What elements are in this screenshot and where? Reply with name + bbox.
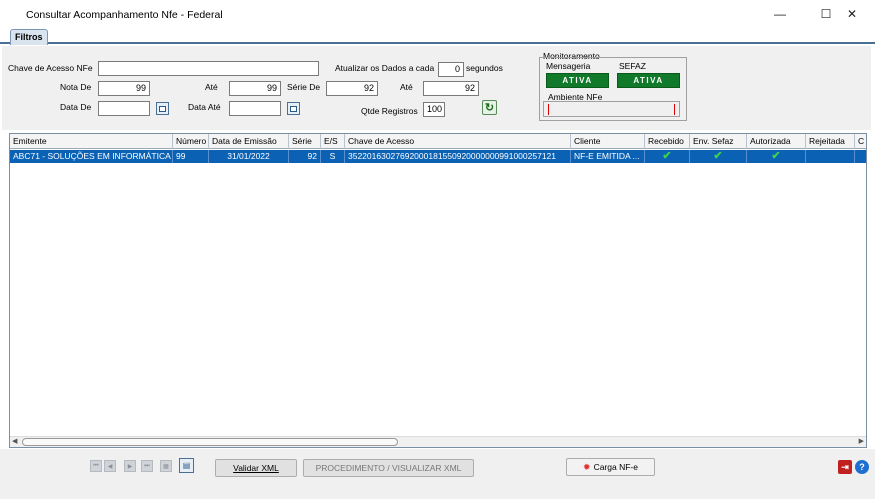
refresh-icon[interactable]: ↻ [482,100,497,115]
cell-emitente: ABC71 - SOLUÇÕES EM INFORMÁTICA [10,150,173,163]
cell-numero: 99 [173,150,209,163]
cell-data-emissao: 31/01/2022 [209,150,289,163]
data-de-label: Data De [60,102,92,112]
data-ate-input[interactable] [229,101,281,116]
ambiente-box [543,101,680,117]
qtde-label: Qtde Registros [361,106,418,116]
carga-nfe-button[interactable]: ✹ Carga NF-e [566,458,655,476]
segundos-label: segundos [466,63,503,73]
validar-xml-button[interactable]: Validar XML [215,459,297,477]
last-icon[interactable]: ⏭ [141,460,153,472]
scrollbar-thumb[interactable] [22,438,398,446]
mensageria-status-badge: ATIVA [546,73,609,88]
column-header-serie[interactable]: Série [289,134,321,149]
calendar-icon[interactable] [156,102,169,115]
carga-nfe-label: Carga NF-e [593,462,638,472]
scroll-left-icon[interactable]: ◀ [12,437,17,445]
column-header-c[interactable]: C [855,134,866,149]
serie-de-input[interactable]: 92 [326,81,378,96]
cell-cliente: NF-E EMITIDA ... [571,150,645,163]
data-de-input[interactable] [98,101,150,116]
scroll-right-icon[interactable]: ▶ [859,437,864,445]
mensageria-label: Mensageria [546,61,591,71]
gear-icon: ✹ [583,461,591,472]
column-header-chave[interactable]: Chave de Acesso [345,134,571,149]
nota-ate-label: Até [205,82,218,92]
validar-xml-label: Validar XML [233,463,279,473]
tab-filtros[interactable]: Filtros [10,29,48,45]
calendar-icon[interactable] [287,102,300,115]
cell-es: S [321,150,345,163]
export-icon[interactable]: ▤ [179,458,194,473]
column-header-recebido[interactable]: Recebido [645,134,690,149]
atualizar-input[interactable]: 0 [438,62,464,77]
check-icon: ✔ [645,150,690,163]
check-icon: ✔ [690,150,747,163]
ambiente-indicator-right [674,104,675,115]
column-header-data-emissao[interactable]: Data de Emissão [209,134,289,149]
cell-rejeitada [806,150,855,163]
serie-de-label: Série De [287,82,321,92]
cell-serie: 92 [289,150,321,163]
prev-icon[interactable]: ◀ [104,460,116,472]
atualizar-label: Atualizar os Dados a cada [335,63,435,73]
nota-ate-input[interactable]: 99 [229,81,281,96]
serie-ate-input[interactable]: 92 [423,81,479,96]
column-header-es[interactable]: E/S [321,134,345,149]
column-header-autorizada[interactable]: Autorizada [747,134,806,149]
grid-icon[interactable]: ▦ [160,460,172,472]
column-header-numero[interactable]: Número [173,134,209,149]
column-header-cliente[interactable]: Cliente [571,134,645,149]
nota-de-label: Nota De [60,82,92,92]
serie-ate-label: Até [400,82,413,92]
nota-de-input[interactable]: 99 [98,81,150,96]
results-grid[interactable]: Emitente Número Data de Emissão Série E/… [9,133,867,448]
grid-header: Emitente Número Data de Emissão Série E/… [10,134,866,149]
procedimento-button[interactable]: PROCEDIMENTO / VISUALIZAR XML [303,459,474,477]
next-icon[interactable]: ▶ [124,460,136,472]
check-icon: ✔ [747,150,806,163]
procedimento-label: PROCEDIMENTO / VISUALIZAR XML [315,463,462,473]
ambiente-indicator-left [548,104,549,115]
sefaz-label: SEFAZ [619,61,646,71]
column-header-rejeitada[interactable]: Rejeitada [806,134,855,149]
exit-icon[interactable]: ⇥ [838,460,852,474]
chave-acesso-input[interactable] [98,61,319,76]
data-ate-label: Data Até [188,102,221,112]
column-header-emitente[interactable]: Emitente [10,134,173,149]
cell-chave: 3522016302769200018155092000000099100025… [345,150,571,163]
minimize-button[interactable]: — [757,0,803,28]
qtde-input[interactable]: 100 [423,102,445,117]
tab-strip [0,28,875,44]
table-row[interactable]: ABC71 - SOLUÇÕES EM INFORMÁTICA 99 31/01… [10,150,866,163]
sefaz-status-badge: ATIVA [617,73,680,88]
horizontal-scrollbar[interactable]: ◀ ▶ [10,436,866,447]
first-icon[interactable]: ⏮ [90,460,102,472]
cell-c [855,150,866,163]
window-title: Consultar Acompanhamento Nfe - Federal [26,9,223,21]
column-header-env-sefaz[interactable]: Env. Sefaz [690,134,747,149]
chave-label: Chave de Acesso NFe [8,63,93,73]
close-button[interactable]: ✕ [829,0,875,28]
help-icon[interactable]: ? [855,460,869,474]
